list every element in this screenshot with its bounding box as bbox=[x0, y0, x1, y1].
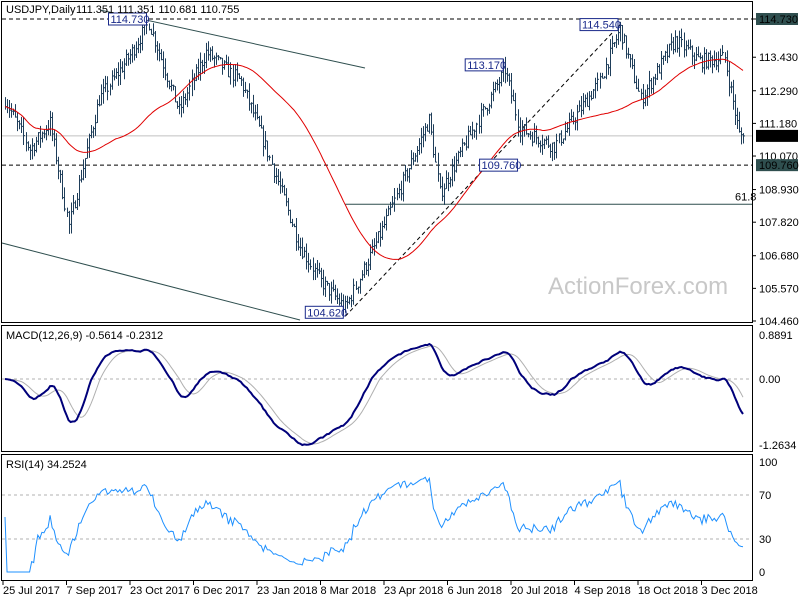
date-tick-label: 23 Apr 2018 bbox=[384, 585, 443, 597]
ohlc-header: 111.351 111.351 110.681 110.755 bbox=[76, 4, 239, 16]
price-annotation-label: 109.760 bbox=[482, 160, 522, 172]
price-tick-label: 108.930 bbox=[759, 185, 799, 197]
rsi-tick-label: 30 bbox=[759, 534, 771, 546]
current-price-tag-label: 110.755 bbox=[759, 131, 798, 143]
price-tick-label: 105.570 bbox=[759, 283, 799, 295]
macd-tick-label: -1.2634 bbox=[759, 440, 796, 452]
date-tick-label: 23 Oct 2017 bbox=[130, 585, 190, 597]
price-annotation-label: 114.540 bbox=[582, 20, 621, 32]
price-tick-label: 111.180 bbox=[759, 118, 797, 130]
watermark: ActionForex.com bbox=[548, 273, 728, 300]
macd-tick-label: 0.8891 bbox=[759, 330, 793, 342]
date-tick-label: 18 Oct 2018 bbox=[638, 585, 698, 597]
date-tick-label: 25 Jul 2017 bbox=[3, 585, 60, 597]
price-tick-label: 107.820 bbox=[759, 217, 799, 229]
date-tick-label: 20 Jul 2018 bbox=[511, 585, 568, 597]
rsi-tick-label: 100 bbox=[759, 457, 777, 469]
date-tick-label: 3 Dec 2018 bbox=[702, 585, 758, 597]
usdjpy-chart: 61.8114.730113.170114.540109.760104.620 … bbox=[0, 0, 800, 600]
price-annotation-label: 113.170 bbox=[467, 60, 506, 72]
price-tick-label: 112.290 bbox=[759, 86, 798, 98]
date-tick-label: 6 Jun 2018 bbox=[448, 585, 502, 597]
price-tick-label: 113.430 bbox=[759, 52, 798, 64]
level-tag-label: 109.760 bbox=[759, 160, 799, 172]
rsi-tick-label: 0 bbox=[759, 567, 765, 579]
level-tag-label: 114.730 bbox=[759, 14, 798, 26]
fib-label: 61.8 bbox=[735, 191, 756, 203]
date-tick-label: 7 Sep 2017 bbox=[67, 585, 123, 597]
date-tick-label: 6 Dec 2017 bbox=[194, 585, 250, 597]
price-tick-label: 106.680 bbox=[759, 251, 799, 263]
rsi-label: RSI(14) 34.2524 bbox=[6, 459, 87, 471]
macd-label: MACD(12,26,9) -0.5614 -0.2312 bbox=[6, 330, 163, 342]
price-tick-label: 104.460 bbox=[759, 316, 799, 328]
date-tick-label: 4 Sep 2018 bbox=[575, 585, 631, 597]
date-tick-label: 8 Mar 2018 bbox=[321, 585, 377, 597]
macd-tick-label: 0.00 bbox=[759, 374, 780, 386]
rsi-tick-label: 70 bbox=[759, 490, 771, 502]
date-tick-label: 23 Jan 2018 bbox=[257, 585, 318, 597]
chart-title: USDJPY,Daily bbox=[6, 4, 76, 16]
price-annotation-label: 104.620 bbox=[307, 307, 347, 319]
